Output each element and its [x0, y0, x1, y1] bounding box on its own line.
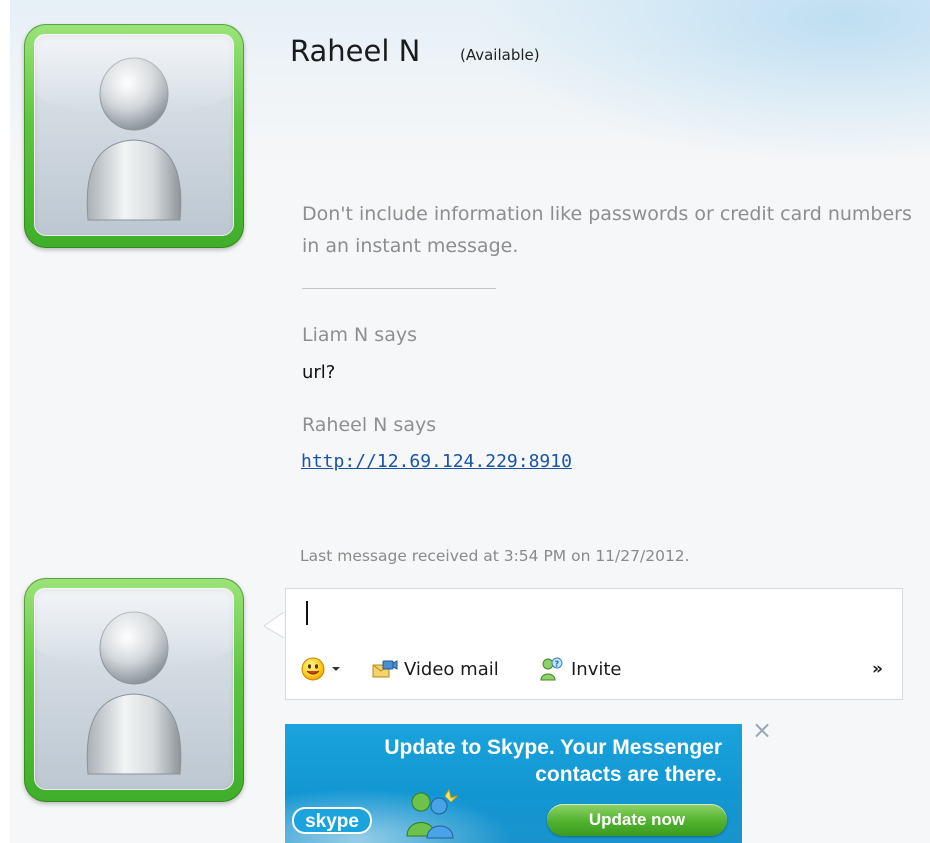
compose-pointer: [264, 612, 284, 638]
chevron-down-icon: [332, 667, 340, 671]
skype-logo-text: skype: [305, 811, 359, 832]
privacy-notice: Don't include information like passwords…: [302, 203, 912, 257]
my-avatar[interactable]: [24, 578, 244, 802]
compose-box: Video mail ? Invite »: [285, 588, 903, 700]
compose-toolbar: Video mail ? Invite »: [286, 651, 902, 687]
divider: [302, 288, 496, 289]
message-link[interactable]: http://12.69.124.229:8910: [301, 451, 572, 472]
video-mail-button[interactable]: Video mail: [372, 651, 499, 687]
emoticon-button[interactable]: [300, 651, 342, 687]
message-text: url?: [302, 362, 336, 383]
last-message-timestamp: Last message received at 3:54 PM on 11/2…: [300, 547, 690, 565]
text-caret: [306, 601, 308, 625]
contact-name: Raheel N: [290, 34, 421, 68]
invite-label: Invite: [571, 658, 622, 680]
contact-avatar[interactable]: [24, 24, 244, 248]
smiley-face-icon: [301, 657, 325, 681]
message-sender: Raheel N says: [302, 414, 437, 436]
default-user-icon: [86, 57, 182, 221]
header-background: [480, 0, 930, 160]
invite-people-icon: ?: [540, 657, 563, 681]
default-user-icon: [86, 611, 182, 775]
window-edge: [0, 0, 10, 843]
contact-status: (Available): [460, 46, 540, 64]
message-input[interactable]: [294, 595, 898, 637]
ad-headline: Update to Skype. Your Messenger contacts…: [384, 736, 722, 786]
skype-update-ad[interactable]: Update to Skype. Your Messenger contacts…: [285, 724, 742, 843]
update-now-button[interactable]: Update now: [547, 804, 727, 836]
conversation-window: Raheel N (Available) Don't include infor…: [0, 0, 930, 843]
svg-text:?: ?: [555, 660, 560, 669]
video-mail-icon: [372, 660, 398, 678]
message-sender: Liam N says: [302, 324, 417, 346]
more-options-button[interactable]: »: [872, 651, 883, 687]
invite-button[interactable]: ? Invite: [539, 651, 622, 687]
close-ad-button[interactable]: ×: [752, 718, 772, 742]
messenger-buddies-icon: [406, 788, 458, 839]
video-mail-label: Video mail: [404, 658, 499, 680]
skype-logo: skype: [292, 807, 372, 834]
